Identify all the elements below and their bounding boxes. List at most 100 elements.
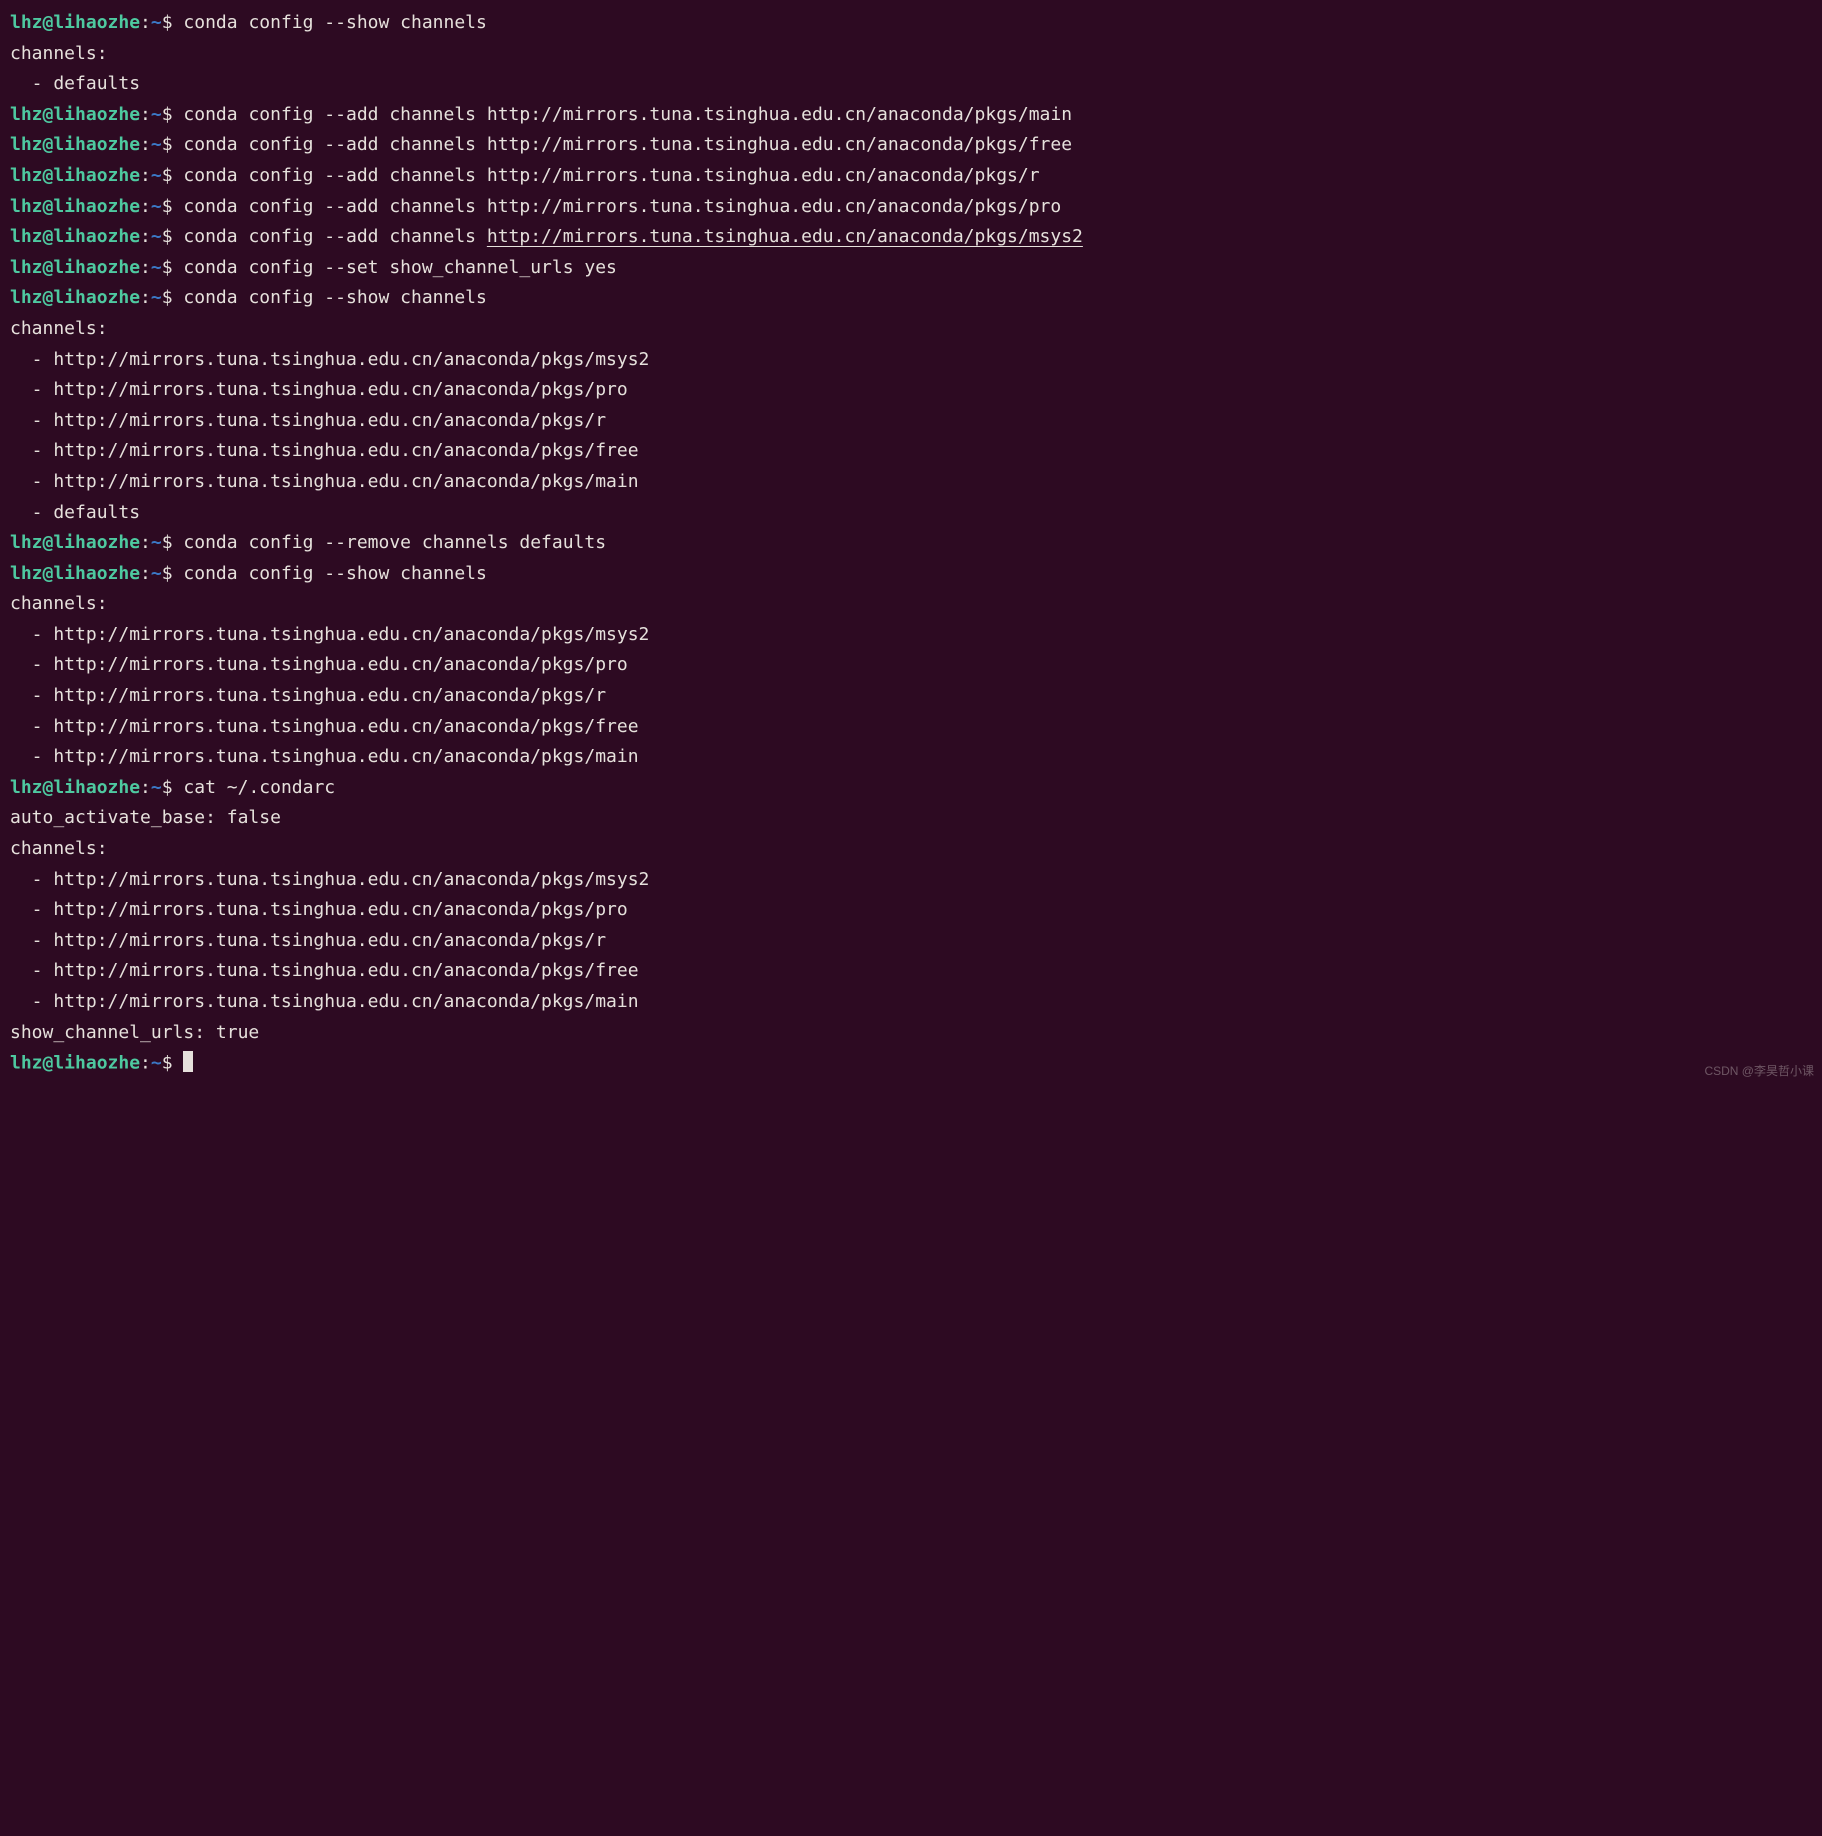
output-text: - http://mirrors.tuna.tsinghua.edu.cn/an…	[10, 685, 606, 706]
output-text: channels:	[10, 318, 108, 339]
terminal-line: - http://mirrors.tuna.tsinghua.edu.cn/an…	[10, 620, 1812, 651]
output-text: - http://mirrors.tuna.tsinghua.edu.cn/an…	[10, 960, 639, 981]
terminal-line: lhz@lihaozhe:~$ conda config --show chan…	[10, 283, 1812, 314]
output-text: channels:	[10, 43, 108, 64]
terminal-line: - http://mirrors.tuna.tsinghua.edu.cn/an…	[10, 467, 1812, 498]
prompt-cwd: ~	[151, 104, 162, 125]
command-text: conda config --show channels	[183, 563, 486, 584]
output-text: - http://mirrors.tuna.tsinghua.edu.cn/an…	[10, 746, 639, 767]
terminal-line: channels:	[10, 314, 1812, 345]
prompt-user-host: lhz@lihaozhe	[10, 226, 140, 247]
watermark: CSDN @李昊哲小课	[1704, 1061, 1814, 1081]
output-text: - http://mirrors.tuna.tsinghua.edu.cn/an…	[10, 869, 649, 890]
output-text: - http://mirrors.tuna.tsinghua.edu.cn/an…	[10, 624, 649, 645]
output-text: - http://mirrors.tuna.tsinghua.edu.cn/an…	[10, 471, 639, 492]
terminal-line: lhz@lihaozhe:~$ conda config --add chann…	[10, 222, 1812, 253]
prompt-colon: :	[140, 196, 151, 217]
prompt-dollar: $	[162, 777, 184, 798]
terminal-line: lhz@lihaozhe:~$ conda config --set show_…	[10, 253, 1812, 284]
terminal-line: auto_activate_base: false	[10, 803, 1812, 834]
terminal-line: - http://mirrors.tuna.tsinghua.edu.cn/an…	[10, 987, 1812, 1018]
output-text: - http://mirrors.tuna.tsinghua.edu.cn/an…	[10, 716, 639, 737]
terminal[interactable]: lhz@lihaozhe:~$ conda config --show chan…	[0, 0, 1822, 1087]
terminal-line: - http://mirrors.tuna.tsinghua.edu.cn/an…	[10, 895, 1812, 926]
prompt-colon: :	[140, 134, 151, 155]
prompt-colon: :	[140, 777, 151, 798]
terminal-line: lhz@lihaozhe:~$ conda config --remove ch…	[10, 528, 1812, 559]
prompt-user-host: lhz@lihaozhe	[10, 257, 140, 278]
output-text: channels:	[10, 593, 108, 614]
terminal-line: lhz@lihaozhe:~$ conda config --add chann…	[10, 161, 1812, 192]
prompt-cwd: ~	[151, 287, 162, 308]
output-text: - defaults	[10, 502, 140, 523]
terminal-line: - http://mirrors.tuna.tsinghua.edu.cn/an…	[10, 865, 1812, 896]
prompt-colon: :	[140, 563, 151, 584]
command-text: conda config --add channels http://mirro…	[183, 104, 1072, 125]
command-text: cat ~/.condarc	[183, 777, 335, 798]
prompt-cwd: ~	[151, 12, 162, 33]
prompt-dollar: $	[162, 226, 184, 247]
prompt-cwd: ~	[151, 777, 162, 798]
command-text: conda config --set show_channel_urls yes	[183, 257, 616, 278]
prompt-dollar: $	[162, 287, 184, 308]
command-text: conda config --show channels	[183, 12, 486, 33]
command-text: conda config --add channels http://mirro…	[183, 165, 1039, 186]
terminal-line: channels:	[10, 834, 1812, 865]
terminal-line: channels:	[10, 589, 1812, 620]
terminal-line: - http://mirrors.tuna.tsinghua.edu.cn/an…	[10, 926, 1812, 957]
prompt-dollar: $	[162, 1053, 184, 1074]
command-text: conda config --remove channels defaults	[183, 532, 606, 553]
output-text: channels:	[10, 838, 108, 859]
prompt-cwd: ~	[151, 1053, 162, 1074]
prompt-user-host: lhz@lihaozhe	[10, 777, 140, 798]
prompt-dollar: $	[162, 104, 184, 125]
output-text: - http://mirrors.tuna.tsinghua.edu.cn/an…	[10, 349, 649, 370]
command-text: conda config --show channels	[183, 287, 486, 308]
prompt-colon: :	[140, 287, 151, 308]
terminal-line: - defaults	[10, 498, 1812, 529]
terminal-line: show_channel_urls: true	[10, 1018, 1812, 1049]
terminal-line: lhz@lihaozhe:~$ conda config --show chan…	[10, 8, 1812, 39]
prompt-user-host: lhz@lihaozhe	[10, 134, 140, 155]
terminal-line: channels:	[10, 39, 1812, 70]
prompt-cwd: ~	[151, 196, 162, 217]
prompt-colon: :	[140, 104, 151, 125]
output-text: - http://mirrors.tuna.tsinghua.edu.cn/an…	[10, 379, 628, 400]
output-text: show_channel_urls: true	[10, 1022, 259, 1043]
output-text: - http://mirrors.tuna.tsinghua.edu.cn/an…	[10, 991, 639, 1012]
prompt-colon: :	[140, 532, 151, 553]
prompt-user-host: lhz@lihaozhe	[10, 104, 140, 125]
command-text: conda config --add channels http://mirro…	[183, 134, 1072, 155]
terminal-line: - http://mirrors.tuna.tsinghua.edu.cn/an…	[10, 436, 1812, 467]
command-text: conda config --add channels http://mirro…	[183, 196, 1061, 217]
terminal-line: - defaults	[10, 69, 1812, 100]
prompt-user-host: lhz@lihaozhe	[10, 12, 140, 33]
terminal-line: - http://mirrors.tuna.tsinghua.edu.cn/an…	[10, 681, 1812, 712]
terminal-line: - http://mirrors.tuna.tsinghua.edu.cn/an…	[10, 375, 1812, 406]
command-text: conda config --add channels	[183, 226, 486, 247]
terminal-line: lhz@lihaozhe:~$	[10, 1048, 1812, 1079]
prompt-dollar: $	[162, 257, 184, 278]
prompt-colon: :	[140, 226, 151, 247]
terminal-line: lhz@lihaozhe:~$ cat ~/.condarc	[10, 773, 1812, 804]
output-text: - http://mirrors.tuna.tsinghua.edu.cn/an…	[10, 410, 606, 431]
prompt-user-host: lhz@lihaozhe	[10, 287, 140, 308]
terminal-line: - http://mirrors.tuna.tsinghua.edu.cn/an…	[10, 956, 1812, 987]
prompt-user-host: lhz@lihaozhe	[10, 1053, 140, 1074]
terminal-line: - http://mirrors.tuna.tsinghua.edu.cn/an…	[10, 712, 1812, 743]
output-text: - http://mirrors.tuna.tsinghua.edu.cn/an…	[10, 899, 628, 920]
output-text: - http://mirrors.tuna.tsinghua.edu.cn/an…	[10, 654, 628, 675]
terminal-line: - http://mirrors.tuna.tsinghua.edu.cn/an…	[10, 406, 1812, 437]
prompt-colon: :	[140, 257, 151, 278]
prompt-cwd: ~	[151, 257, 162, 278]
prompt-dollar: $	[162, 196, 184, 217]
prompt-dollar: $	[162, 165, 184, 186]
terminal-line: - http://mirrors.tuna.tsinghua.edu.cn/an…	[10, 345, 1812, 376]
prompt-dollar: $	[162, 563, 184, 584]
output-text: - http://mirrors.tuna.tsinghua.edu.cn/an…	[10, 930, 606, 951]
prompt-cwd: ~	[151, 226, 162, 247]
terminal-line: - http://mirrors.tuna.tsinghua.edu.cn/an…	[10, 742, 1812, 773]
cursor	[183, 1051, 193, 1072]
output-text: - http://mirrors.tuna.tsinghua.edu.cn/an…	[10, 440, 639, 461]
prompt-user-host: lhz@lihaozhe	[10, 165, 140, 186]
